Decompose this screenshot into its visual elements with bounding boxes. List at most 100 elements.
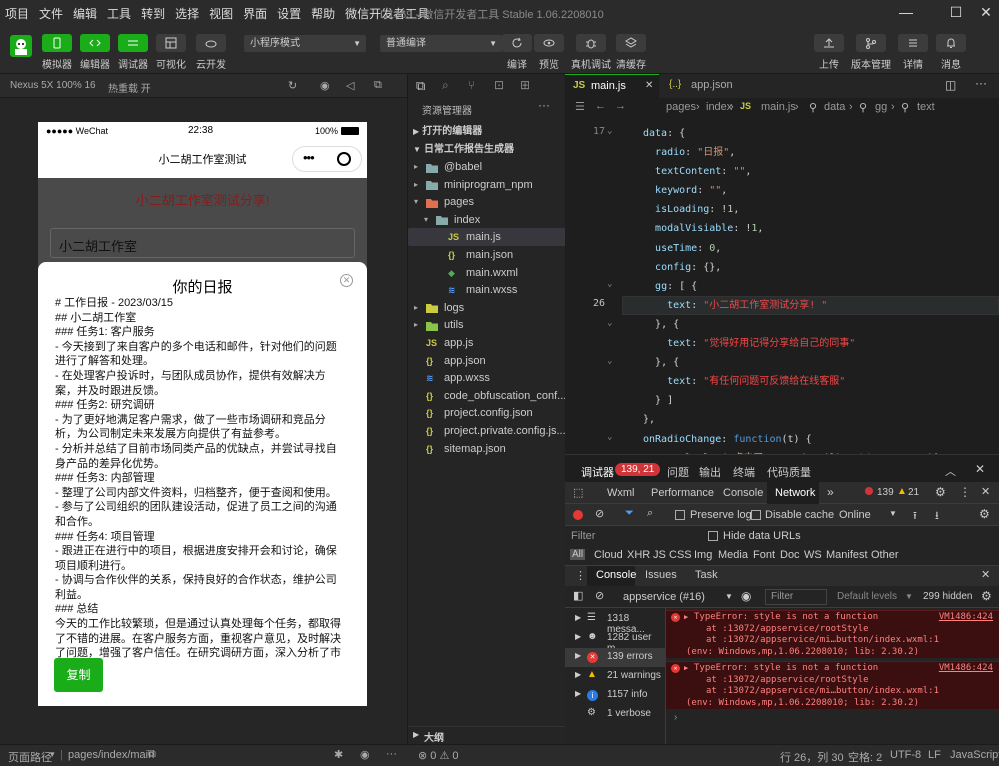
export-icon[interactable]: ⭳	[935, 507, 939, 526]
close-tab-icon[interactable]: ✕	[645, 80, 653, 91]
close-icon[interactable]: ✕	[340, 274, 353, 287]
record-icon[interactable]: ◉	[320, 79, 330, 92]
upload-button[interactable]	[814, 34, 844, 52]
maximize-icon[interactable]: ☐	[948, 4, 964, 20]
tree-item[interactable]: ▾ index	[408, 211, 566, 229]
debugger-button[interactable]	[118, 34, 148, 52]
editor-button[interactable]	[80, 34, 110, 52]
more-icon[interactable]: ⋮	[575, 569, 586, 582]
sidebar-messages[interactable]: ▶ ☰ 1318 messa...	[565, 610, 666, 635]
error-message[interactable]: ✕ ▶ TypeError: style is not a function at :…	[666, 661, 999, 709]
compile-button[interactable]	[502, 34, 532, 52]
menu-view[interactable]: 视图	[204, 5, 238, 22]
clear-console-icon[interactable]: ⊘	[595, 589, 604, 602]
menu-file[interactable]: 文件	[34, 5, 68, 22]
cursor-position[interactable]: 行 26，列 30	[780, 749, 844, 765]
menu-select[interactable]: 选择	[170, 5, 204, 22]
more-icon[interactable]: ···	[386, 748, 397, 760]
tree-item[interactable]: ▸ logs	[408, 299, 566, 317]
tab-terminal[interactable]: 终端	[733, 464, 755, 480]
tab-performance[interactable]: Performance	[651, 487, 714, 499]
problems-count[interactable]: ⊗ 0 ⚠ 0	[418, 749, 458, 762]
context-select[interactable]: appservice (#16)	[623, 591, 705, 603]
encoding[interactable]: UTF-8	[890, 749, 921, 761]
hot-reload-toggle[interactable]: 热重载 开	[108, 80, 151, 95]
debug-icon[interactable]: ⊡	[494, 78, 504, 92]
console-filter-input[interactable]: Filter	[765, 589, 827, 605]
tab-app-json[interactable]: {..} app.json	[661, 74, 751, 98]
bug-icon[interactable]: ✱	[334, 748, 343, 761]
sidebar-user-messages[interactable]: ▶☻1282 user m...	[565, 629, 666, 654]
sidebar-info[interactable]: ▶ i 1157 info	[565, 686, 666, 705]
type-media[interactable]: Media	[718, 549, 748, 561]
chevron-up-icon[interactable]: ︿	[945, 463, 956, 479]
network-filter-input[interactable]: Filter	[571, 530, 595, 542]
breadcrumb-text[interactable]: text	[917, 101, 935, 113]
clear-icon[interactable]: ⊘	[595, 507, 604, 520]
type-js[interactable]: JS	[653, 549, 666, 561]
content-input[interactable]: 小二胡工作室	[50, 228, 355, 258]
source-control-icon[interactable]: ⑂	[468, 78, 475, 92]
search-icon[interactable]: ⌕	[647, 507, 653, 520]
tree-item[interactable]: ▸ utils	[408, 316, 566, 334]
error-source-link[interactable]: VM1486:424	[939, 612, 993, 624]
breadcrumb-gg[interactable]: gg	[875, 101, 887, 113]
tab-main-js[interactable]: JS main.js ✕	[565, 74, 659, 98]
minimize-icon[interactable]: —	[898, 4, 914, 20]
tree-item[interactable]: {} code_obfuscation_conf...	[408, 387, 566, 405]
gear-icon[interactable]: ⚙	[979, 507, 990, 521]
gear-icon[interactable]: ⚙	[981, 589, 992, 603]
type-other[interactable]: Other	[871, 549, 899, 561]
sidebar-warnings[interactable]: ▶ ▲ 21 warnings	[565, 667, 666, 686]
clear-cache-button[interactable]	[616, 34, 646, 52]
error-message[interactable]: ✕ ▶ TypeError: style is not a function at :…	[666, 610, 999, 658]
version-button[interactable]	[856, 34, 886, 52]
eol[interactable]: LF	[928, 749, 941, 761]
tab-console[interactable]: Console	[723, 487, 763, 499]
breadcrumb-pages[interactable]: pages	[666, 101, 696, 113]
type-font[interactable]: Font	[753, 549, 775, 561]
tree-item[interactable]: {} app.json	[408, 352, 566, 370]
tab-console-drawer[interactable]: Console	[596, 569, 636, 581]
levels-select[interactable]: Default levels	[837, 591, 897, 602]
hide-data-checkbox[interactable]	[708, 531, 718, 541]
close-icon[interactable]: ✕	[978, 4, 994, 20]
menu-edit[interactable]: 编辑	[68, 5, 102, 22]
breadcrumb-data[interactable]: data	[824, 101, 845, 113]
record-icon[interactable]	[573, 510, 583, 520]
menu-tools[interactable]: 工具	[102, 5, 136, 22]
type-img[interactable]: Img	[694, 549, 712, 561]
tree-item[interactable]: ◆ main.wxml	[408, 264, 566, 282]
disable-cache-checkbox[interactable]	[751, 510, 761, 520]
back-icon[interactable]: ☰	[575, 100, 585, 113]
type-manifest[interactable]: Manifest	[826, 549, 868, 561]
popout-icon[interactable]: ⧉	[374, 79, 382, 92]
cloud-button[interactable]	[196, 34, 226, 52]
gear-icon[interactable]: ⚙	[935, 485, 946, 499]
preview-button[interactable]	[534, 34, 564, 52]
more-icon[interactable]: ···	[975, 76, 987, 90]
close-drawer-icon[interactable]: ✕	[981, 568, 990, 581]
more-icon[interactable]: •••	[303, 150, 315, 165]
tree-item[interactable]: JS main.js	[408, 228, 566, 247]
details-button[interactable]	[898, 34, 928, 52]
more-tabs-icon[interactable]: »	[827, 485, 834, 499]
console-prompt-icon[interactable]: ›	[674, 712, 677, 723]
open-editors-section[interactable]: ▶ 打开的编辑器	[408, 122, 566, 140]
tree-item[interactable]: ▸ @babel	[408, 158, 566, 176]
expand-icon[interactable]: ▶	[684, 663, 688, 675]
split-editor-icon[interactable]: ◫	[945, 78, 956, 92]
outline-section[interactable]: ▶ 大纲	[408, 726, 566, 744]
type-doc[interactable]: Doc	[780, 549, 800, 561]
error-source-link[interactable]: VM1486:424	[939, 663, 993, 675]
menu-interface[interactable]: 界面	[238, 5, 272, 22]
tab-task[interactable]: Task	[695, 569, 718, 581]
tree-item[interactable]: JS app.js	[408, 334, 566, 352]
sidebar-toggle-icon[interactable]: ◧	[573, 589, 583, 602]
preserve-log-checkbox[interactable]	[675, 510, 685, 520]
tab-debugger[interactable]: 调试器	[581, 464, 614, 484]
copy-path-icon[interactable]: ⧉	[148, 748, 156, 761]
page-path[interactable]: pages/index/main	[68, 749, 154, 761]
tab-wxml[interactable]: Wxml	[607, 487, 635, 499]
capsule-menu[interactable]: •••	[292, 146, 362, 172]
